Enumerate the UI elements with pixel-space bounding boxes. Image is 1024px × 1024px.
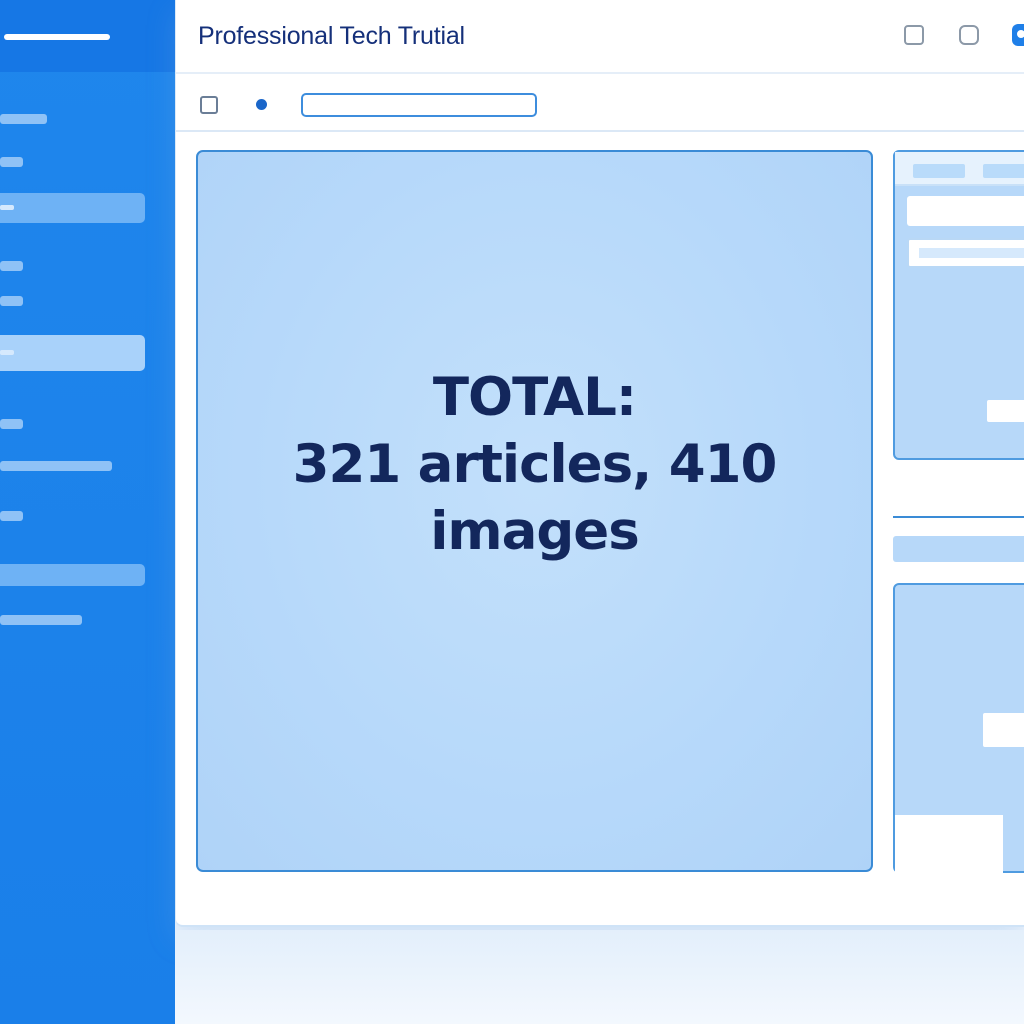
right-panel-tab[interactable] [983,164,1024,178]
app-window: Professional Tech Trutial TOTAL: 321 art… [175,0,1024,927]
sidebar-item[interactable] [0,261,23,271]
right-panel-preview-button[interactable] [983,713,1024,747]
total-label: TOTAL: [432,367,637,428]
right-panel-tabs [895,152,1024,186]
main-content-panel: TOTAL: 321 articles, 410 images [196,150,873,872]
sidebar-item[interactable] [0,461,112,471]
right-panel-tab[interactable] [913,164,965,178]
window-shadow-area [175,930,1024,1024]
circle-badge-icon[interactable] [1012,24,1024,46]
right-panel-field[interactable] [907,238,1024,268]
sidebar-item-active[interactable] [0,335,145,371]
sidebar-menu-handle[interactable] [4,34,110,40]
right-panel-button[interactable] [987,400,1024,422]
sidebar [0,0,175,1024]
search-input[interactable] [301,93,537,117]
sidebar-item[interactable] [0,511,23,521]
sidebar-item-highlighted[interactable] [0,564,145,586]
sidebar-item[interactable] [0,296,23,306]
right-panel-preview [893,583,1024,873]
sidebar-item-highlighted[interactable] [0,193,145,223]
sidebar-item[interactable] [0,419,23,429]
checkbox-icon[interactable] [200,96,218,114]
rounded-square-icon[interactable] [959,25,979,45]
right-panel-bar[interactable] [893,536,1024,562]
title-bar: Professional Tech Trutial [176,0,1024,74]
sidebar-item[interactable] [0,615,82,625]
sidebar-item[interactable] [0,157,23,167]
right-panel-field[interactable] [907,196,1024,226]
right-panel-preview-card[interactable] [895,815,1003,873]
app-title: Professional Tech Trutial [198,22,465,50]
sidebar-item[interactable] [0,114,47,124]
sidebar-header [0,0,175,72]
total-summary: TOTAL: 321 articles, 410 images [198,364,871,565]
toolbar [176,74,1024,132]
total-images-count: images [430,501,640,562]
square-outline-icon[interactable] [904,25,924,45]
sidebar-item-marker [0,350,14,355]
sidebar-item-marker [0,205,14,210]
right-panel-divider [893,516,1024,518]
total-articles-count: 321 articles, 410 [292,434,778,495]
app-screen: Professional Tech Trutial TOTAL: 321 art… [0,0,1024,1024]
right-panel-form [893,150,1024,460]
dot-icon[interactable] [256,99,267,110]
